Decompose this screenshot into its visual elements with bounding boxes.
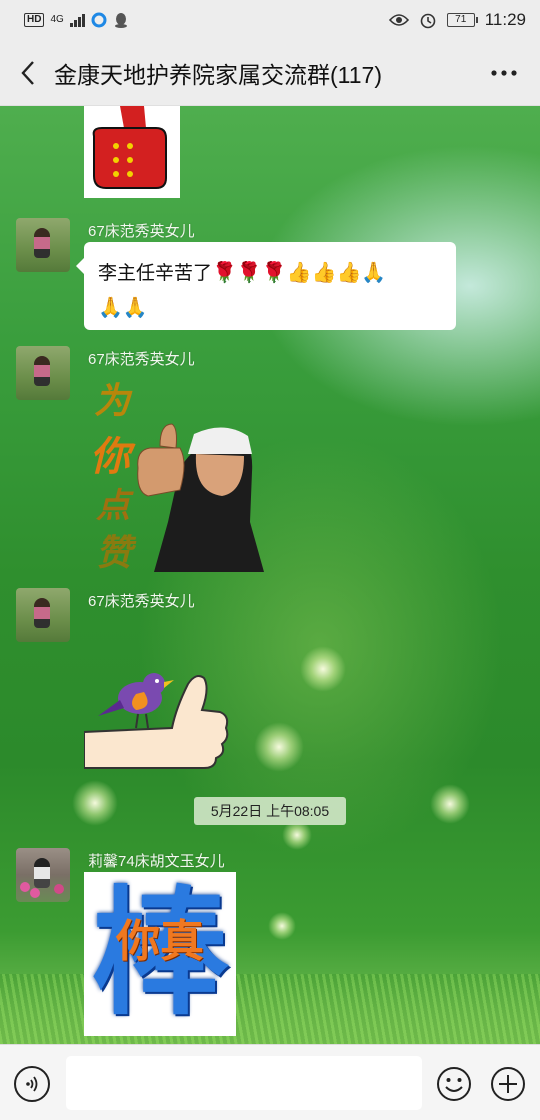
- sender-name: 莉馨74床胡文玉女儿: [88, 853, 225, 870]
- input-bar: [0, 1044, 540, 1120]
- sparkle: [300, 646, 346, 692]
- sticker-wei-ni-dian-zan[interactable]: 为 你 点 赞: [84, 372, 270, 572]
- eye-icon: [388, 14, 409, 26]
- sender-name: 67床范秀英女儿: [88, 593, 195, 610]
- bird-on-thumb-sticker: [84, 673, 229, 769]
- sticker-thumbs-up-red[interactable]: [84, 106, 180, 198]
- signal-icon: [69, 13, 85, 27]
- message-bubble[interactable]: 李主任辛苦了🌹🌹🌹👍👍👍🙏 🙏🙏: [76, 242, 456, 330]
- chat-title: 金康天地护养院家属交流群(117): [54, 61, 382, 88]
- avatar[interactable]: [16, 848, 70, 902]
- more-functions-button[interactable]: [490, 1066, 526, 1102]
- sticker-text: 你: [90, 433, 130, 480]
- emoji-line: 🙏🙏: [98, 297, 148, 319]
- hd-badge: HD: [24, 13, 45, 27]
- sparkle: [254, 722, 304, 772]
- thumbs-up-red-glove-sticker: [84, 106, 180, 198]
- avatar[interactable]: [16, 218, 70, 272]
- grass-decoration: [0, 974, 540, 1044]
- sticker-text: 点: [96, 486, 130, 526]
- sender-name: 67床范秀英女儿: [88, 223, 195, 240]
- clock: 11:29: [484, 10, 526, 29]
- emoji-line: 🌹🌹🌹👍👍👍🙏: [212, 262, 387, 284]
- more-dots-icon: [491, 69, 517, 76]
- sparkle: [72, 780, 118, 826]
- status-bar: HD 4G 71 11:29: [0, 0, 540, 40]
- status-left: HD 4G: [24, 12, 129, 28]
- browser-app-icon: [91, 12, 107, 28]
- sender-name: 67床范秀英女儿: [88, 351, 195, 368]
- emoji-button[interactable]: [436, 1066, 472, 1102]
- sticker-ni-zhen-bang[interactable]: 棒 你真: [84, 872, 236, 1036]
- emoji-icon: [437, 1067, 471, 1101]
- plus-icon: [491, 1067, 525, 1101]
- chat-header: 金康天地护养院家属交流群(117): [0, 40, 540, 106]
- sticker-text: 赞: [96, 532, 133, 572]
- chat-area[interactable]: 67床范秀英女儿 李主任辛苦了🌹🌹🌹👍👍👍🙏 🙏🙏 67床范秀英女儿 为 你 点…: [0, 106, 540, 1044]
- qq-icon: [114, 13, 127, 28]
- avatar[interactable]: [16, 588, 70, 642]
- voice-icon: [26, 1076, 38, 1092]
- sparkle: [268, 912, 296, 940]
- sticker-text: 为: [94, 380, 131, 422]
- battery-icon: 71: [446, 13, 478, 27]
- sparkle: [430, 784, 470, 824]
- network-type: 4G: [50, 14, 64, 25]
- sticker-text: 你真: [116, 917, 204, 966]
- time-divider: 5月22日 上午08:05: [194, 797, 346, 825]
- alarm-icon: [420, 13, 436, 29]
- more-button[interactable]: [468, 40, 540, 106]
- message-text: 李主任辛苦了: [98, 263, 213, 284]
- chevron-left-icon: [21, 60, 34, 85]
- avatar[interactable]: [16, 346, 70, 400]
- message-input[interactable]: [66, 1056, 422, 1110]
- back-button[interactable]: [0, 40, 56, 106]
- status-right: 71 11:29: [388, 10, 526, 30]
- sticker-bird-on-thumb[interactable]: [84, 658, 230, 774]
- voice-button[interactable]: [14, 1066, 50, 1102]
